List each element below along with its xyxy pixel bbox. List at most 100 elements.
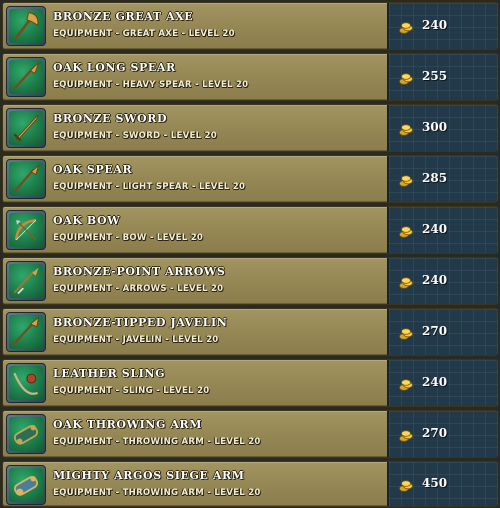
item-price: 240	[422, 222, 448, 236]
item-description: EQUIPMENT - GREAT AXE - LEVEL 20	[53, 29, 235, 39]
item-description: EQUIPMENT - BOW - LEVEL 20	[53, 233, 203, 243]
item-price: 300	[422, 120, 448, 134]
gold-coins-icon	[399, 172, 413, 187]
item-type: ARROWS	[122, 284, 167, 294]
separator: -	[161, 335, 173, 345]
separator: -	[204, 437, 215, 447]
bow-icon	[9, 213, 43, 247]
equipment-row[interactable]: OAK THROWING ARM EQUIPMENT - THROWING AR…	[2, 410, 498, 458]
item-level: LEVEL 20	[163, 386, 210, 396]
item-level: LEVEL 20	[170, 131, 217, 141]
price-button[interactable]: 255	[387, 54, 498, 100]
item-description: EQUIPMENT - ARROWS - LEVEL 20	[53, 284, 223, 294]
item-name: OAK SPEAR	[53, 163, 133, 176]
separator: -	[112, 182, 123, 192]
item-type: HEAVY SPEAR	[122, 80, 192, 90]
item-name: BRONZE GREAT AXE	[53, 10, 194, 23]
separator: -	[112, 488, 123, 498]
item-name: OAK THROWING ARM	[53, 418, 203, 431]
item-category: EQUIPMENT	[53, 284, 113, 294]
item-level: LEVEL 20	[172, 335, 219, 345]
equipment-row[interactable]: OAK BOW EQUIPMENT - BOW - LEVEL 20 240	[2, 206, 498, 254]
gold-coins-icon	[399, 427, 413, 442]
gold-coins-icon	[399, 19, 413, 34]
item-price: 285	[422, 171, 448, 185]
spear-icon	[9, 162, 43, 196]
price-button[interactable]: 285	[387, 156, 498, 202]
item-category: EQUIPMENT	[53, 182, 113, 192]
sling-icon	[9, 366, 43, 400]
item-icon-frame	[6, 363, 46, 403]
equipment-row[interactable]: BRONZE GREAT AXE EQUIPMENT - GREAT AXE -…	[2, 2, 498, 50]
item-type: GREAT AXE	[122, 29, 179, 39]
separator: -	[112, 233, 123, 243]
item-type: SWORD	[122, 131, 161, 141]
price-button[interactable]: 240	[387, 258, 498, 304]
item-category: EQUIPMENT	[53, 488, 113, 498]
gold-coins-icon	[399, 223, 413, 238]
item-description: EQUIPMENT - THROWING ARM - LEVEL 20	[53, 437, 261, 447]
equipment-row[interactable]: BRONZE SWORD EQUIPMENT - SWORD - LEVEL 2…	[2, 104, 498, 152]
item-icon-frame	[6, 414, 46, 454]
item-name: OAK BOW	[53, 214, 121, 227]
item-category: EQUIPMENT	[53, 335, 113, 345]
item-description: EQUIPMENT - SWORD - LEVEL 20	[53, 131, 217, 141]
separator: -	[188, 182, 199, 192]
item-category: EQUIPMENT	[53, 29, 113, 39]
gold-coins-icon	[399, 121, 413, 136]
siege-arm-icon	[9, 468, 43, 502]
item-level: LEVEL 20	[198, 182, 246, 192]
item-category: EQUIPMENT	[53, 131, 113, 141]
throwing-arm-icon	[9, 417, 43, 451]
item-icon-frame	[6, 159, 46, 199]
item-level: LEVEL 20	[177, 284, 224, 294]
equipment-row[interactable]: OAK LONG SPEAR EQUIPMENT - HEAVY SPEAR -…	[2, 53, 498, 101]
price-button[interactable]: 450	[387, 462, 498, 506]
item-icon-frame	[6, 465, 46, 505]
item-level: LEVEL 20	[188, 29, 235, 39]
item-level: LEVEL 20	[202, 80, 249, 90]
item-category: EQUIPMENT	[53, 80, 113, 90]
item-type: JAVELIN	[122, 335, 162, 345]
equipment-row[interactable]: LEATHER SLING EQUIPMENT - SLING - LEVEL …	[2, 359, 498, 407]
separator: -	[166, 284, 178, 294]
gold-coins-icon	[399, 70, 413, 85]
item-level: LEVEL 20	[156, 233, 204, 243]
item-icon-frame	[6, 210, 46, 250]
item-type: THROWING ARM	[122, 488, 205, 498]
item-price: 270	[422, 426, 448, 440]
item-price: 270	[422, 324, 448, 338]
separator: -	[146, 233, 157, 243]
separator: -	[112, 437, 123, 447]
item-description: EQUIPMENT - HEAVY SPEAR - LEVEL 20	[53, 80, 248, 90]
item-type: BOW	[122, 233, 147, 243]
price-button[interactable]: 270	[387, 411, 498, 457]
item-price: 450	[422, 476, 448, 490]
item-category: EQUIPMENT	[53, 437, 113, 447]
price-button[interactable]: 270	[387, 309, 498, 355]
arrows-icon	[9, 264, 43, 298]
gold-coins-icon	[399, 325, 413, 340]
equipment-row[interactable]: BRONZE-TIPPED JAVELIN EQUIPMENT - JAVELI…	[2, 308, 498, 356]
separator: -	[112, 29, 123, 39]
item-description: EQUIPMENT - JAVELIN - LEVEL 20	[53, 335, 219, 345]
item-price: 255	[422, 69, 448, 83]
price-button[interactable]: 300	[387, 105, 498, 151]
item-description: EQUIPMENT - SLING - LEVEL 20	[53, 386, 209, 396]
item-name: OAK LONG SPEAR	[53, 61, 176, 74]
javelin-icon	[9, 315, 43, 349]
item-name: LEATHER SLING	[53, 367, 166, 380]
equipment-row[interactable]: OAK SPEAR EQUIPMENT - LIGHT SPEAR - LEVE…	[2, 155, 498, 203]
price-button[interactable]: 240	[387, 3, 498, 49]
gold-coins-icon	[399, 274, 413, 289]
equipment-row[interactable]: BRONZE-POINT ARROWS EQUIPMENT - ARROWS -…	[2, 257, 498, 305]
separator: -	[112, 386, 123, 396]
separator: -	[112, 80, 123, 90]
price-button[interactable]: 240	[387, 360, 498, 406]
separator: -	[112, 131, 123, 141]
item-icon-frame	[6, 57, 46, 97]
equipment-row[interactable]: MIGHTY ARGOS SIEGE ARM EQUIPMENT - THROW…	[2, 461, 498, 507]
item-icon-frame	[6, 6, 46, 46]
item-icon-frame	[6, 312, 46, 352]
price-button[interactable]: 240	[387, 207, 498, 253]
